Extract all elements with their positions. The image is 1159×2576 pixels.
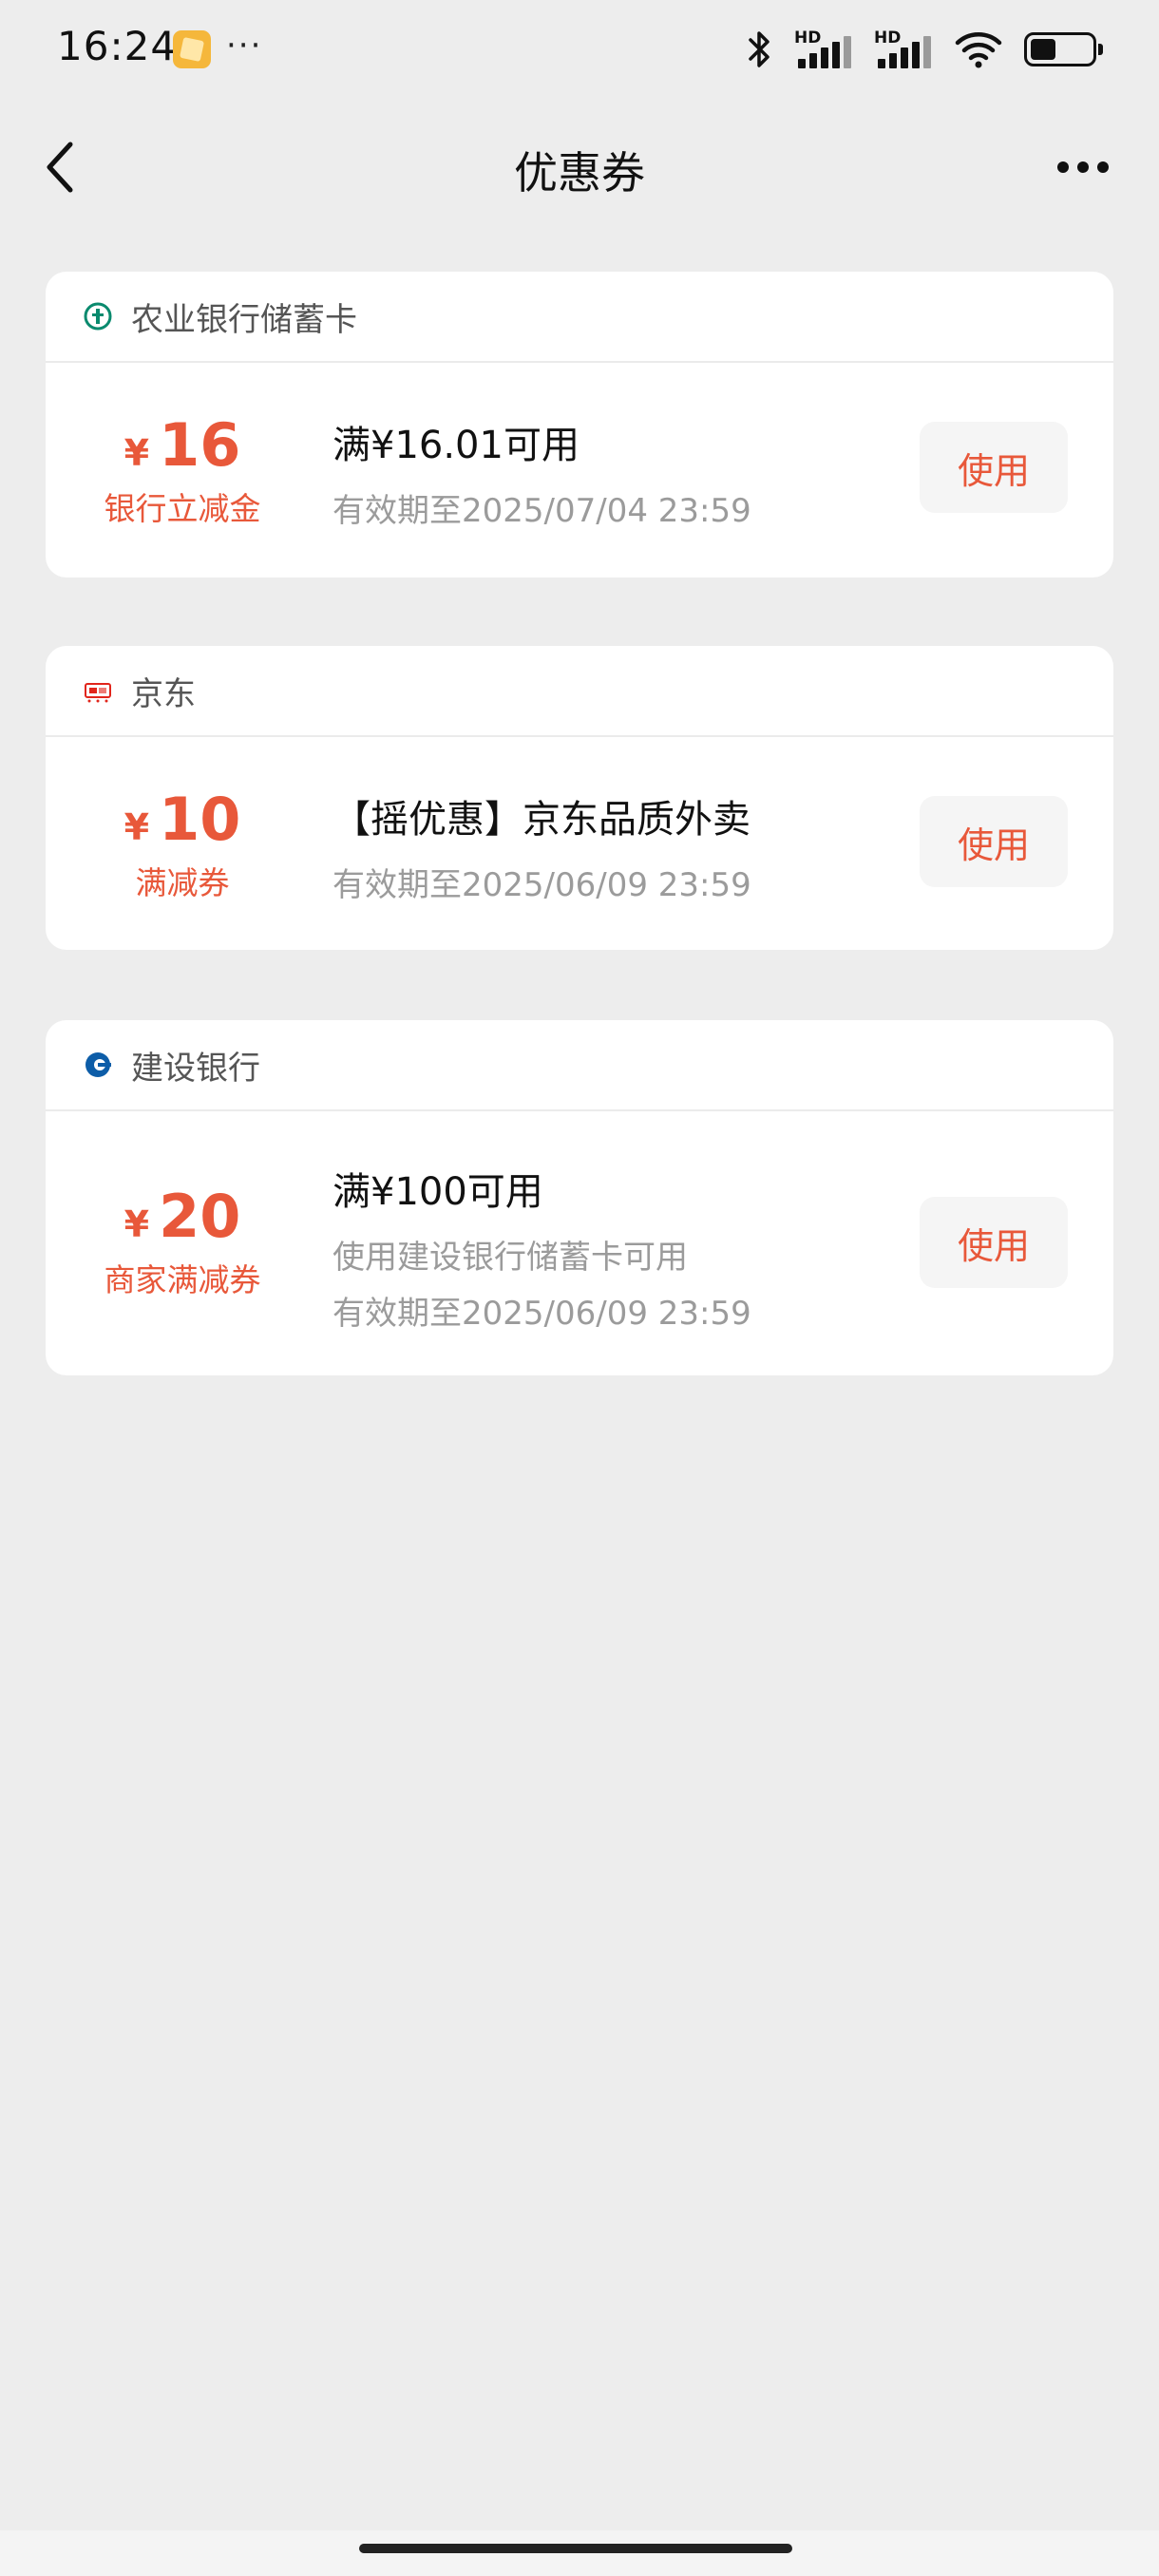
amount-block: ¥ 20 商家满减券	[46, 1182, 319, 1300]
currency-symbol: ¥	[124, 432, 150, 474]
merchant-name: 京东	[131, 674, 196, 713]
use-button[interactable]: 使用	[920, 796, 1068, 887]
coupon-page: 16:24 ··· HD HD 优惠券 农业银行储蓄卡 ¥ 16 银行立减金 满…	[0, 0, 1159, 2576]
ccb-bank-logo	[86, 1052, 111, 1077]
coupon-condition: 【摇优惠】京东品质外卖	[332, 798, 750, 842]
use-button[interactable]: 使用	[920, 422, 1068, 513]
abc-bank-logo	[84, 302, 112, 331]
status-icons: HD HD	[745, 23, 1103, 76]
bottom-bar	[0, 2530, 1159, 2576]
coupon-expiry: 有效期至2025/06/09 23:59	[332, 866, 751, 904]
coupon-condition: 满¥100可用	[332, 1170, 543, 1214]
navigation-bar: 优惠券	[0, 114, 1159, 220]
more-dots-icon	[1057, 161, 1069, 173]
coupon-card[interactable]: 建设银行 ¥ 20 商家满减券 满¥100可用 使用建设银行储蓄卡可用 有效期至…	[46, 1020, 1113, 1375]
status-more-icon: ···	[226, 27, 263, 65]
coupon-card[interactable]: 京东 ¥ 10 满减券 【摇优惠】京东品质外卖 有效期至2025/06/09 2…	[46, 646, 1113, 950]
status-time: 16:24	[57, 23, 178, 69]
coupon-amount: 10	[159, 785, 241, 854]
coupon-type: 银行立减金	[104, 490, 261, 527]
currency-symbol: ¥	[124, 1203, 150, 1245]
coupon-amount: 16	[159, 410, 241, 480]
coupon-type: 商家满减券	[104, 1261, 261, 1298]
notification-app-icon	[173, 30, 211, 68]
use-button[interactable]: 使用	[920, 1197, 1068, 1288]
coupon-type: 满减券	[135, 864, 230, 901]
bluetooth-icon	[749, 31, 770, 67]
coupon-info: 【摇优惠】京东品质外卖 有效期至2025/06/09 23:59	[332, 788, 751, 905]
coupon-info: 满¥16.01可用 有效期至2025/07/04 23:59	[332, 414, 751, 531]
battery-icon	[1024, 32, 1103, 66]
coupon-card[interactable]: 农业银行储蓄卡 ¥ 16 银行立减金 满¥16.01可用 有效期至2025/07…	[46, 272, 1113, 578]
merchant-name: 建设银行	[131, 1049, 260, 1088]
coupon-expiry: 有效期至2025/07/04 23:59	[332, 492, 751, 530]
page-title: 优惠券	[514, 147, 645, 199]
signal-icon: HD	[794, 27, 853, 72]
coupon-info: 满¥100可用 使用建设银行储蓄卡可用 有效期至2025/06/09 23:59	[332, 1161, 751, 1334]
coupon-expiry: 有效期至2025/06/09 23:59	[332, 1295, 751, 1333]
home-indicator[interactable]	[359, 2544, 792, 2553]
wifi-icon	[955, 32, 1002, 68]
card-header: 建设银行	[46, 1020, 1113, 1111]
more-button[interactable]	[1045, 137, 1121, 198]
card-header: 农业银行储蓄卡	[46, 272, 1113, 363]
signal-icon: HD	[874, 27, 933, 72]
status-bar: 16:24 ··· HD HD	[0, 0, 1159, 99]
currency-symbol: ¥	[124, 806, 150, 848]
coupon-amount: 20	[159, 1182, 241, 1251]
card-header: 京东	[46, 646, 1113, 737]
coupon-condition: 满¥16.01可用	[332, 424, 580, 467]
amount-block: ¥ 16 银行立减金	[46, 410, 319, 529]
coupon-requirement: 使用建设银行储蓄卡可用	[332, 1239, 688, 1277]
jd-logo	[85, 683, 111, 703]
battery-level	[1031, 39, 1055, 60]
amount-block: ¥ 10 满减券	[46, 785, 319, 903]
merchant-name: 农业银行储蓄卡	[131, 300, 357, 339]
